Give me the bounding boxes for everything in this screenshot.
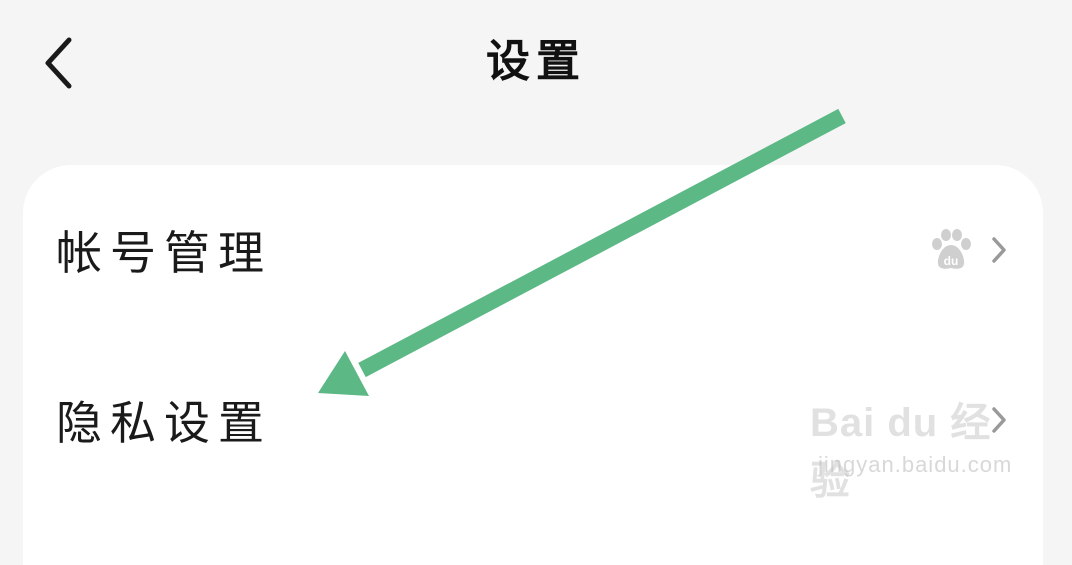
settings-item-label: 帐号管理 bbox=[56, 226, 272, 280]
chevron-right-icon bbox=[992, 237, 1006, 263]
page-title: 设置 bbox=[486, 36, 586, 87]
chevron-right-icon bbox=[992, 407, 1006, 433]
header: 设置 bbox=[0, 0, 1072, 140]
baidu-paw-icon: du bbox=[932, 229, 971, 269]
settings-item-privacy-settings[interactable]: 隐私设置 bbox=[23, 335, 1043, 505]
settings-card: 帐号管理 du 隐私设置 bbox=[23, 165, 1043, 565]
settings-item-account-management[interactable]: 帐号管理 du bbox=[23, 165, 1043, 335]
settings-item-label: 隐私设置 bbox=[56, 396, 272, 450]
svg-text:du: du bbox=[944, 254, 959, 268]
